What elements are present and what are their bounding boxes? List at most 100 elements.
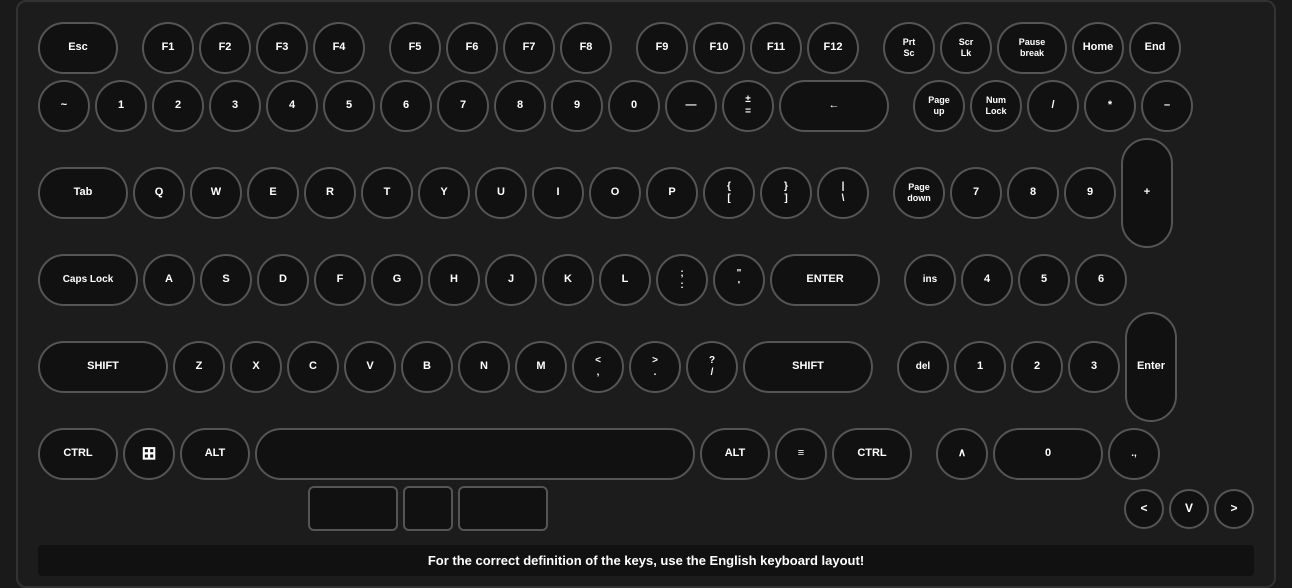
- key-l[interactable]: L: [599, 254, 651, 306]
- key-num8[interactable]: 8: [1007, 167, 1059, 219]
- key-num9[interactable]: 9: [1064, 167, 1116, 219]
- key-f3[interactable]: F3: [256, 22, 308, 74]
- key-2[interactable]: 2: [152, 80, 204, 132]
- key-comma[interactable]: <,: [572, 341, 624, 393]
- key-alt-left[interactable]: ALT: [180, 428, 250, 480]
- key-r[interactable]: R: [304, 167, 356, 219]
- key-t[interactable]: T: [361, 167, 413, 219]
- key-pageup[interactable]: Pageup: [913, 80, 965, 132]
- key-num-minus[interactable]: –: [1141, 80, 1193, 132]
- key-m[interactable]: M: [515, 341, 567, 393]
- key-dash[interactable]: —: [665, 80, 717, 132]
- key-f10[interactable]: F10: [693, 22, 745, 74]
- key-num1[interactable]: 1: [954, 341, 1006, 393]
- key-1[interactable]: 1: [95, 80, 147, 132]
- key-arrow-left[interactable]: <: [1124, 489, 1164, 529]
- key-u[interactable]: U: [475, 167, 527, 219]
- key-space[interactable]: [255, 428, 695, 480]
- key-k[interactable]: K: [542, 254, 594, 306]
- key-f7[interactable]: F7: [503, 22, 555, 74]
- key-num2[interactable]: 2: [1011, 341, 1063, 393]
- key-f1[interactable]: F1: [142, 22, 194, 74]
- key-num7[interactable]: 7: [950, 167, 1002, 219]
- key-e[interactable]: E: [247, 167, 299, 219]
- key-5[interactable]: 5: [323, 80, 375, 132]
- key-num6[interactable]: 6: [1075, 254, 1127, 306]
- key-numlock[interactable]: NumLock: [970, 80, 1022, 132]
- key-z[interactable]: Z: [173, 341, 225, 393]
- key-9[interactable]: 9: [551, 80, 603, 132]
- key-y[interactable]: Y: [418, 167, 470, 219]
- key-d[interactable]: D: [257, 254, 309, 306]
- key-enter[interactable]: ENTER: [770, 254, 880, 306]
- key-0[interactable]: 0: [608, 80, 660, 132]
- key-f9[interactable]: F9: [636, 22, 688, 74]
- key-f6[interactable]: F6: [446, 22, 498, 74]
- key-tab[interactable]: Tab: [38, 167, 128, 219]
- key-semicolon[interactable]: ;:: [656, 254, 708, 306]
- key-a[interactable]: A: [143, 254, 195, 306]
- key-num-slash[interactable]: /: [1027, 80, 1079, 132]
- key-o[interactable]: O: [589, 167, 641, 219]
- key-f8[interactable]: F8: [560, 22, 612, 74]
- key-ins[interactable]: ins: [904, 254, 956, 306]
- key-pause[interactable]: Pausebreak: [997, 22, 1067, 74]
- key-numpad-enter[interactable]: Enter: [1125, 312, 1177, 422]
- key-rbracket[interactable]: }]: [760, 167, 812, 219]
- key-capslock[interactable]: Caps Lock: [38, 254, 138, 306]
- key-ctrl-left[interactable]: CTRL: [38, 428, 118, 480]
- key-s[interactable]: S: [200, 254, 252, 306]
- key-num3[interactable]: 3: [1068, 341, 1120, 393]
- key-esc[interactable]: Esc: [38, 22, 118, 74]
- key-num-star[interactable]: *: [1084, 80, 1136, 132]
- key-home[interactable]: Home: [1072, 22, 1124, 74]
- key-num-plus[interactable]: +: [1121, 138, 1173, 248]
- key-end[interactable]: End: [1129, 22, 1181, 74]
- key-ctrl-right[interactable]: CTRL: [832, 428, 912, 480]
- key-prtsc[interactable]: PrtSc: [883, 22, 935, 74]
- key-b[interactable]: B: [401, 341, 453, 393]
- key-num5[interactable]: 5: [1018, 254, 1070, 306]
- key-period[interactable]: >.: [629, 341, 681, 393]
- key-w[interactable]: W: [190, 167, 242, 219]
- key-del[interactable]: del: [897, 341, 949, 393]
- key-3[interactable]: 3: [209, 80, 261, 132]
- key-f4[interactable]: F4: [313, 22, 365, 74]
- key-win[interactable]: ⊞: [123, 428, 175, 480]
- key-v[interactable]: V: [344, 341, 396, 393]
- key-q[interactable]: Q: [133, 167, 185, 219]
- key-menu[interactable]: ≡: [775, 428, 827, 480]
- key-scrlk[interactable]: ScrLk: [940, 22, 992, 74]
- key-shift-left[interactable]: SHIFT: [38, 341, 168, 393]
- key-f5[interactable]: F5: [389, 22, 441, 74]
- key-j[interactable]: J: [485, 254, 537, 306]
- key-num0[interactable]: 0: [993, 428, 1103, 480]
- key-quote[interactable]: "': [713, 254, 765, 306]
- key-7[interactable]: 7: [437, 80, 489, 132]
- key-h[interactable]: H: [428, 254, 480, 306]
- key-g[interactable]: G: [371, 254, 423, 306]
- key-num-dot[interactable]: .,: [1108, 428, 1160, 480]
- key-alt-right[interactable]: ALT: [700, 428, 770, 480]
- key-f[interactable]: F: [314, 254, 366, 306]
- key-f2[interactable]: F2: [199, 22, 251, 74]
- key-f11[interactable]: F11: [750, 22, 802, 74]
- trackpad-mid-btn[interactable]: [403, 486, 453, 531]
- key-p[interactable]: P: [646, 167, 698, 219]
- key-f12[interactable]: F12: [807, 22, 859, 74]
- key-i[interactable]: I: [532, 167, 584, 219]
- key-n[interactable]: N: [458, 341, 510, 393]
- trackpad-left-btn[interactable]: [308, 486, 398, 531]
- key-backspace[interactable]: ←: [779, 80, 889, 132]
- key-pagedown[interactable]: Pagedown: [893, 167, 945, 219]
- key-x[interactable]: X: [230, 341, 282, 393]
- key-6[interactable]: 6: [380, 80, 432, 132]
- key-slash[interactable]: ?/: [686, 341, 738, 393]
- key-num4[interactable]: 4: [961, 254, 1013, 306]
- key-arrow-right[interactable]: >: [1214, 489, 1254, 529]
- key-4[interactable]: 4: [266, 80, 318, 132]
- trackpad-right-btn[interactable]: [458, 486, 548, 531]
- key-8[interactable]: 8: [494, 80, 546, 132]
- key-tilde[interactable]: ~: [38, 80, 90, 132]
- key-equal[interactable]: ±=: [722, 80, 774, 132]
